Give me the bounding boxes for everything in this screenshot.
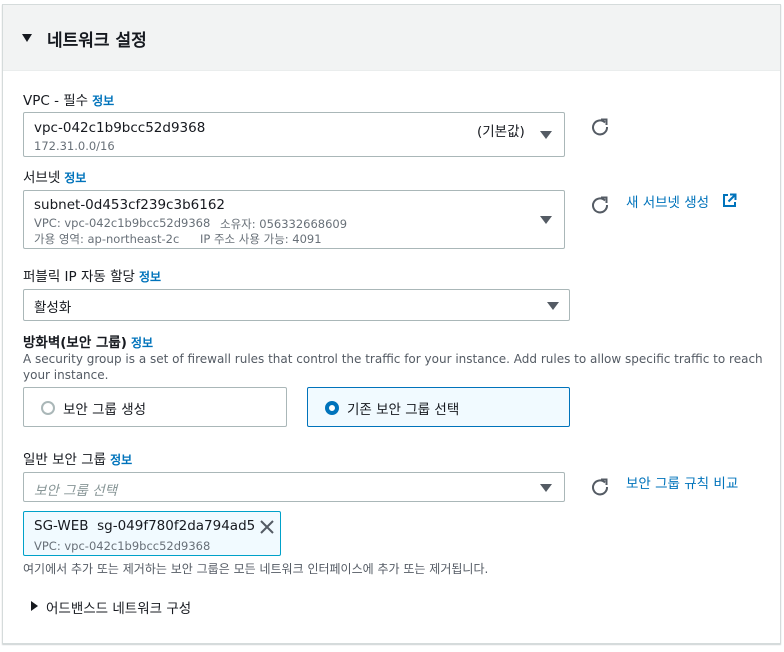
create-subnet-link[interactable]: 새 서브넷 생성 — [626, 191, 737, 211]
common-sg-info-link[interactable]: 정보 — [110, 453, 132, 467]
subnet-ip-available: IP 주소 사용 가능: 4091 — [200, 232, 322, 246]
refresh-icon[interactable] — [589, 194, 611, 216]
firewall-label-text: 방화벽(보안 그룹) — [23, 335, 127, 351]
create-subnet-label: 새 서브넷 생성 — [626, 195, 710, 211]
compare-sg-rules-link[interactable]: 보안 그룹 규칙 비교 — [626, 472, 738, 492]
token-sg-name: SG-WEB — [34, 518, 89, 534]
caret-down-icon — [540, 216, 552, 224]
common-sg-label-text: 일반 보안 그룹 — [23, 452, 107, 468]
external-link-icon — [723, 193, 737, 207]
existing-sg-label: 기존 보안 그룹 선택 — [347, 402, 460, 418]
create-sg-option[interactable]: 보안 그룹 생성 — [23, 387, 287, 427]
caret-right-icon[interactable] — [31, 601, 38, 611]
subnet-select[interactable]: subnet-0d453cf239c3b6162 VPC: vpc-042c1b… — [23, 190, 565, 249]
create-sg-label: 보안 그룹 생성 — [63, 402, 147, 418]
subnet-az: 가용 영역: ap-northeast-2c — [34, 232, 180, 246]
vpc-label-text: VPC - 필수 — [23, 93, 89, 109]
caret-down-icon[interactable] — [22, 34, 32, 42]
refresh-icon[interactable] — [589, 476, 611, 498]
public-ip-select[interactable]: 활성화 — [23, 289, 570, 321]
security-group-select[interactable]: 보안 그룹 선택 — [23, 472, 565, 502]
vpc-default-tag: (기본값) — [477, 124, 525, 140]
subnet-value: subnet-0d453cf239c3b6162 — [34, 197, 225, 213]
caret-down-icon — [540, 484, 552, 492]
subnet-owner: 소유자: 056332668609 — [220, 217, 348, 231]
caret-down-icon — [547, 302, 559, 310]
vpc-label: VPC - 필수 정보 — [23, 89, 114, 109]
caret-down-icon — [540, 131, 552, 139]
vpc-cidr: 172.31.0.0/16 — [34, 139, 115, 153]
sg-hint: 여기에서 추가 또는 제거하는 보안 그룹은 모든 네트워크 인터페이스에 추가… — [23, 562, 489, 576]
public-ip-label-text: 퍼블릭 IP 자동 할당 — [23, 269, 135, 285]
advanced-network-config-toggle[interactable]: 어드밴스드 네트워크 구성 — [46, 597, 191, 617]
vpc-select[interactable]: vpc-042c1b9bcc52d9368 (기본값) 172.31.0.0/1… — [23, 112, 565, 157]
firewall-description: A security group is a set of firewall ru… — [23, 352, 763, 382]
close-icon[interactable] — [258, 518, 276, 536]
token-sg-id: sg-049f780f2da794ad5 — [97, 518, 256, 534]
token-title: SG-WEB sg-049f780f2da794ad5 — [34, 518, 255, 534]
subnet-label-text: 서브넷 — [23, 170, 61, 186]
subnet-vpc: VPC: vpc-042c1b9bcc52d9368 — [34, 216, 211, 230]
security-group-placeholder: 보안 그룹 선택 — [34, 483, 118, 499]
section-header[interactable]: 네트워크 설정 — [3, 5, 780, 71]
token-vpc: VPC: vpc-042c1b9bcc52d9368 — [34, 539, 211, 553]
vpc-value: vpc-042c1b9bcc52d9368 — [34, 120, 206, 136]
vpc-info-link[interactable]: 정보 — [92, 94, 114, 108]
firewall-label: 방화벽(보안 그룹) 정보 — [23, 331, 153, 351]
radio-unchecked-icon[interactable] — [41, 401, 55, 415]
radio-checked-icon[interactable] — [325, 401, 339, 415]
subnet-info-link[interactable]: 정보 — [64, 171, 86, 185]
existing-sg-option[interactable]: 기존 보안 그룹 선택 — [307, 387, 570, 427]
section-title: 네트워크 설정 — [47, 31, 147, 51]
public-ip-label: 퍼블릭 IP 자동 할당 정보 — [23, 265, 161, 285]
refresh-icon[interactable] — [589, 116, 611, 138]
public-ip-value: 활성화 — [34, 300, 72, 316]
public-ip-info-link[interactable]: 정보 — [139, 270, 161, 284]
common-sg-label: 일반 보안 그룹 정보 — [23, 448, 132, 468]
subnet-label: 서브넷 정보 — [23, 166, 86, 186]
selected-sg-token: SG-WEB sg-049f780f2da794ad5 VPC: vpc-042… — [23, 511, 281, 556]
firewall-info-link[interactable]: 정보 — [131, 336, 153, 350]
